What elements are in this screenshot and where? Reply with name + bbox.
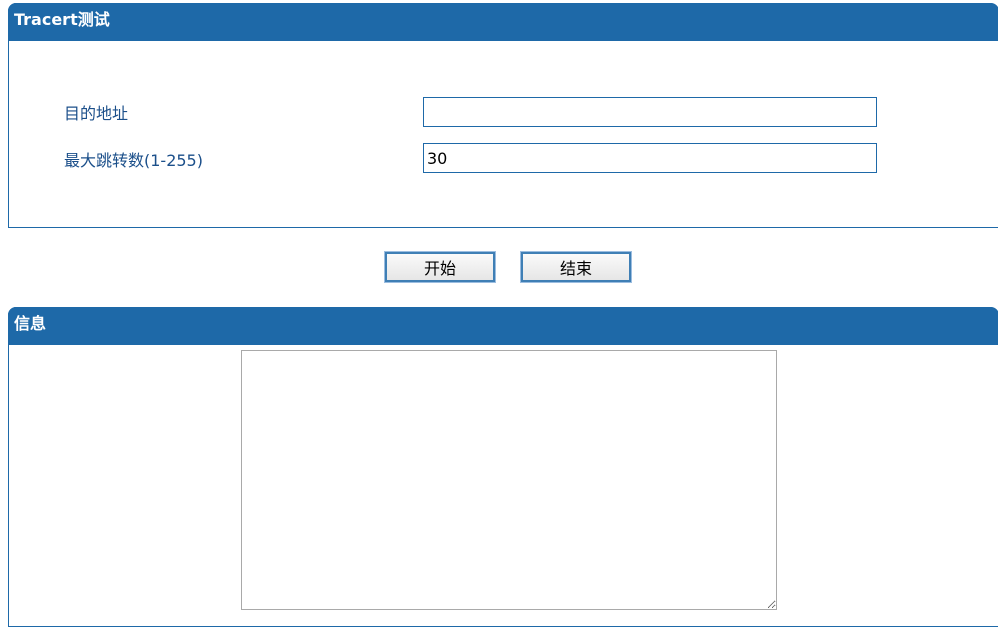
destination-input[interactable]	[423, 97, 877, 127]
max-hops-label: 最大跳转数(1-255)	[64, 151, 203, 170]
tracert-panel-title: Tracert测试	[8, 3, 998, 41]
info-panel: 信息	[8, 307, 998, 627]
stop-button[interactable]: 结束	[521, 252, 631, 282]
max-hops-input[interactable]	[423, 143, 877, 173]
tracert-panel: Tracert测试 目的地址 最大跳转数(1-255)	[8, 3, 998, 228]
destination-label: 目的地址	[64, 104, 129, 123]
start-button[interactable]: 开始	[385, 252, 495, 282]
info-textarea[interactable]	[241, 350, 777, 610]
info-panel-title: 信息	[8, 307, 998, 345]
